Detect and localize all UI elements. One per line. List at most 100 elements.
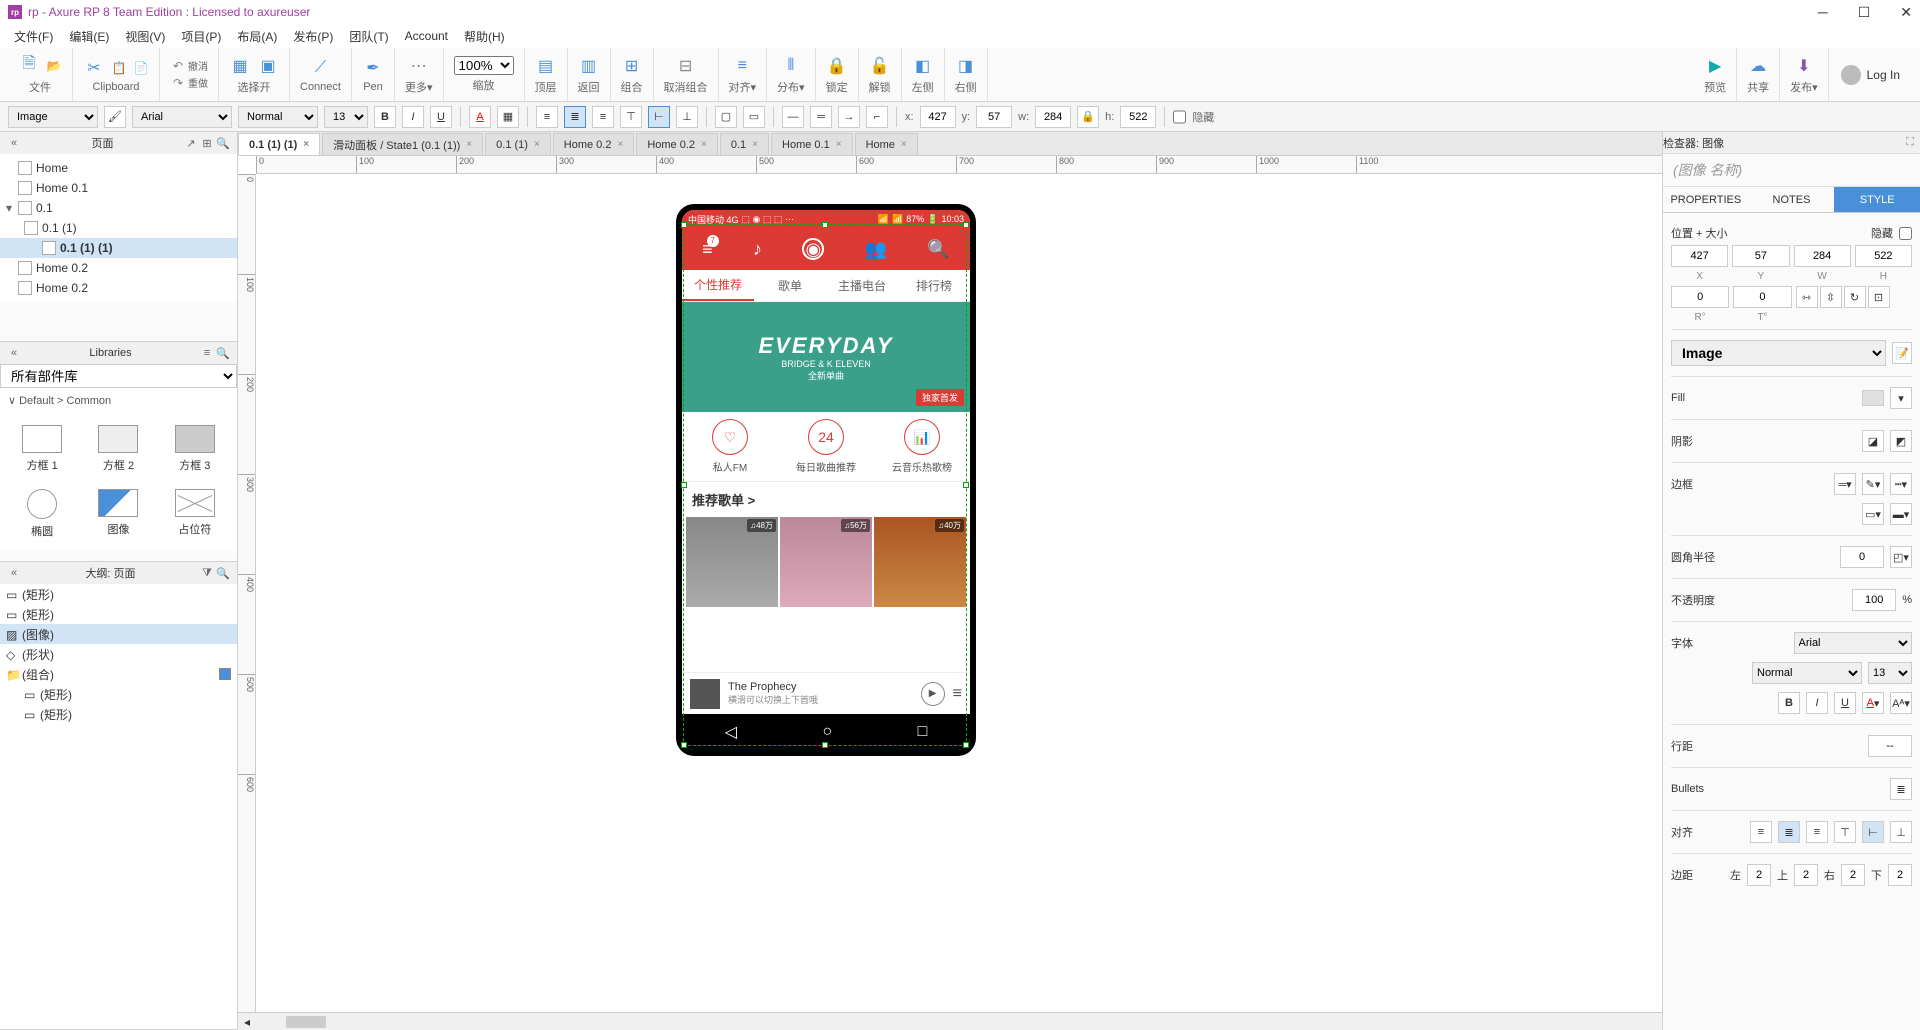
tab[interactable]: Home 0.2× (553, 133, 635, 155)
widget-box1[interactable]: 方框 1 (6, 419, 78, 479)
home-icon[interactable]: ○ (822, 723, 832, 741)
redo-icon[interactable]: ↷ (170, 75, 186, 91)
tab[interactable]: Home× (855, 133, 918, 155)
page-node[interactable]: Home (0, 158, 237, 178)
search-pages-icon[interactable]: 🔍 (215, 135, 231, 151)
page-node[interactable]: Home 0.2 (0, 258, 237, 278)
style-manage-icon[interactable]: 📝 (1892, 342, 1912, 364)
arrow-button[interactable]: → (838, 106, 860, 128)
mr-input[interactable] (1841, 864, 1865, 886)
rotate-icon[interactable]: ↻ (1844, 286, 1866, 308)
phone-screen[interactable]: 中国移动 4G⬚ ◉ ⬚ ⬚ ⋯ 📶📶87%🔋10:03 ≡7 ♪ ◉ 👥 🔍 … (682, 210, 970, 750)
tab-notes[interactable]: NOTES (1749, 187, 1835, 213)
size-select[interactable]: 13 (324, 106, 368, 128)
line-color-button[interactable]: ▭ (743, 106, 765, 128)
distribute-icon[interactable]: ⫴ (780, 55, 802, 77)
insp-w[interactable] (1794, 245, 1851, 267)
outline-node[interactable]: ▭(矩形) (0, 584, 237, 604)
tab-close-icon[interactable]: × (534, 139, 540, 150)
va-top[interactable]: ⊤ (1834, 821, 1856, 843)
music-icon[interactable]: ♪ (753, 239, 762, 260)
menu-team[interactable]: 团队(T) (343, 26, 394, 47)
outer-shadow-button[interactable]: ◪ (1862, 430, 1884, 452)
playlist-thumb[interactable]: ♫40万 (874, 517, 966, 607)
insp-y[interactable] (1732, 245, 1789, 267)
section-title[interactable]: 推荐歌单 > (682, 482, 970, 517)
fill-button[interactable]: ▢ (715, 106, 737, 128)
friends-icon[interactable]: 👥 (865, 239, 887, 260)
menu-arrange[interactable]: 布局(A) (231, 26, 283, 47)
insp-x[interactable] (1671, 245, 1728, 267)
cut-icon[interactable]: ✂ (83, 57, 105, 79)
login-button[interactable]: Log In (1829, 65, 1912, 85)
outline-node[interactable]: ◇(形状) (0, 644, 237, 664)
right-panel-icon[interactable]: ◨ (955, 55, 977, 77)
ml-input[interactable] (1747, 864, 1771, 886)
playlist-icon[interactable]: ≡ (953, 685, 962, 703)
tab-close-icon[interactable]: × (701, 139, 707, 150)
flip-h-icon[interactable]: ⇿ (1796, 286, 1818, 308)
border-side-button[interactable]: ▭▾ (1862, 503, 1884, 525)
widget-box3[interactable]: 方框 3 (159, 419, 231, 479)
insp-font-select[interactable]: Arial (1794, 632, 1913, 654)
maximize-icon[interactable]: ☐ (1858, 4, 1871, 21)
back-icon[interactable]: ◁ (725, 722, 737, 742)
valign-top-button[interactable]: ⊤ (620, 106, 642, 128)
ungroup-icon[interactable]: ⊟ (675, 55, 697, 77)
tab-close-icon[interactable]: × (303, 139, 309, 150)
align-center-button[interactable]: ≣ (564, 106, 586, 128)
visibility-checkbox[interactable] (219, 668, 231, 680)
insp-size-select[interactable]: 13 (1868, 662, 1912, 684)
tab[interactable]: 滑动面板 / State1 (0.1 (1))× (322, 133, 483, 155)
page-node[interactable]: Home 0.2 (0, 278, 237, 298)
quick-fm[interactable]: ♡私人FM (682, 412, 778, 481)
underline-button[interactable]: U (430, 106, 452, 128)
brush-icon[interactable]: 🖌 (104, 106, 126, 128)
lh-input[interactable] (1868, 735, 1912, 757)
canvas[interactable]: 中国移动 4G⬚ ◉ ⬚ ⬚ ⋯ 📶📶87%🔋10:03 ≡7 ♪ ◉ 👥 🔍 … (256, 174, 1662, 1012)
tab[interactable]: 0.1 (1)× (485, 133, 551, 155)
tab-close-icon[interactable]: × (901, 139, 907, 150)
insp-h[interactable] (1855, 245, 1912, 267)
back-icon[interactable]: ▥ (578, 55, 600, 77)
x-input[interactable] (920, 106, 956, 128)
va-mid[interactable]: ⊢ (1862, 821, 1884, 843)
discover-icon[interactable]: ◉ (802, 238, 824, 260)
line-width-icon[interactable]: — (782, 106, 804, 128)
insp-weight-select[interactable]: Normal (1752, 662, 1862, 684)
panel-pin-icon[interactable]: « (6, 565, 22, 581)
italic-button[interactable]: I (402, 106, 424, 128)
copy-icon[interactable]: 📋 (111, 60, 127, 76)
preview-icon[interactable]: ▶ (1704, 55, 1726, 77)
tab-close-icon[interactable]: × (752, 139, 758, 150)
front-icon[interactable]: ▤ (535, 55, 557, 77)
quick-daily[interactable]: 24每日歌曲推荐 (778, 412, 874, 481)
banner[interactable]: EVERYDAYBRIDGE & K ELEVEN全新单曲 独家首发 (682, 302, 970, 412)
lock-icon[interactable]: 🔒 (826, 55, 848, 77)
border-style-button[interactable]: ┅▾ (1890, 473, 1912, 495)
fill-dropdown-icon[interactable]: ▾ (1890, 387, 1912, 409)
border-width-button[interactable]: ═▾ (1834, 473, 1856, 495)
close-icon[interactable]: ✕ (1900, 4, 1912, 21)
share-icon[interactable]: ☁ (1747, 55, 1769, 77)
page-node[interactable]: 0.1 (1) (0, 218, 237, 238)
valign-bot-button[interactable]: ⊥ (676, 106, 698, 128)
library-select[interactable]: 所有部件库 (0, 364, 237, 388)
pen-icon[interactable]: ✒ (362, 57, 384, 79)
lib-search-icon[interactable]: 🔍 (215, 345, 231, 361)
widget-image[interactable]: 图像 (82, 483, 154, 545)
line-style-button[interactable]: ═ (810, 106, 832, 128)
new-file-icon[interactable]: 🗎 (18, 55, 40, 77)
ta-left[interactable]: ≡ (1750, 821, 1772, 843)
app-tab[interactable]: 排行榜 (898, 270, 970, 301)
playlist-thumb[interactable]: ♫56万 (780, 517, 872, 607)
opacity-input[interactable] (1852, 589, 1896, 611)
outline-node[interactable]: ▭(矩形) (0, 704, 237, 724)
lib-menu-icon[interactable]: ≡ (199, 345, 215, 361)
left-panel-icon[interactable]: ◧ (912, 55, 934, 77)
insp-underline[interactable]: U (1834, 692, 1856, 714)
border-color-button[interactable]: ✎▾ (1862, 473, 1884, 495)
unlock-icon[interactable]: 🔓 (869, 55, 891, 77)
widget-name-field[interactable]: (图像 名称) (1663, 154, 1920, 187)
mt-input[interactable] (1794, 864, 1818, 886)
